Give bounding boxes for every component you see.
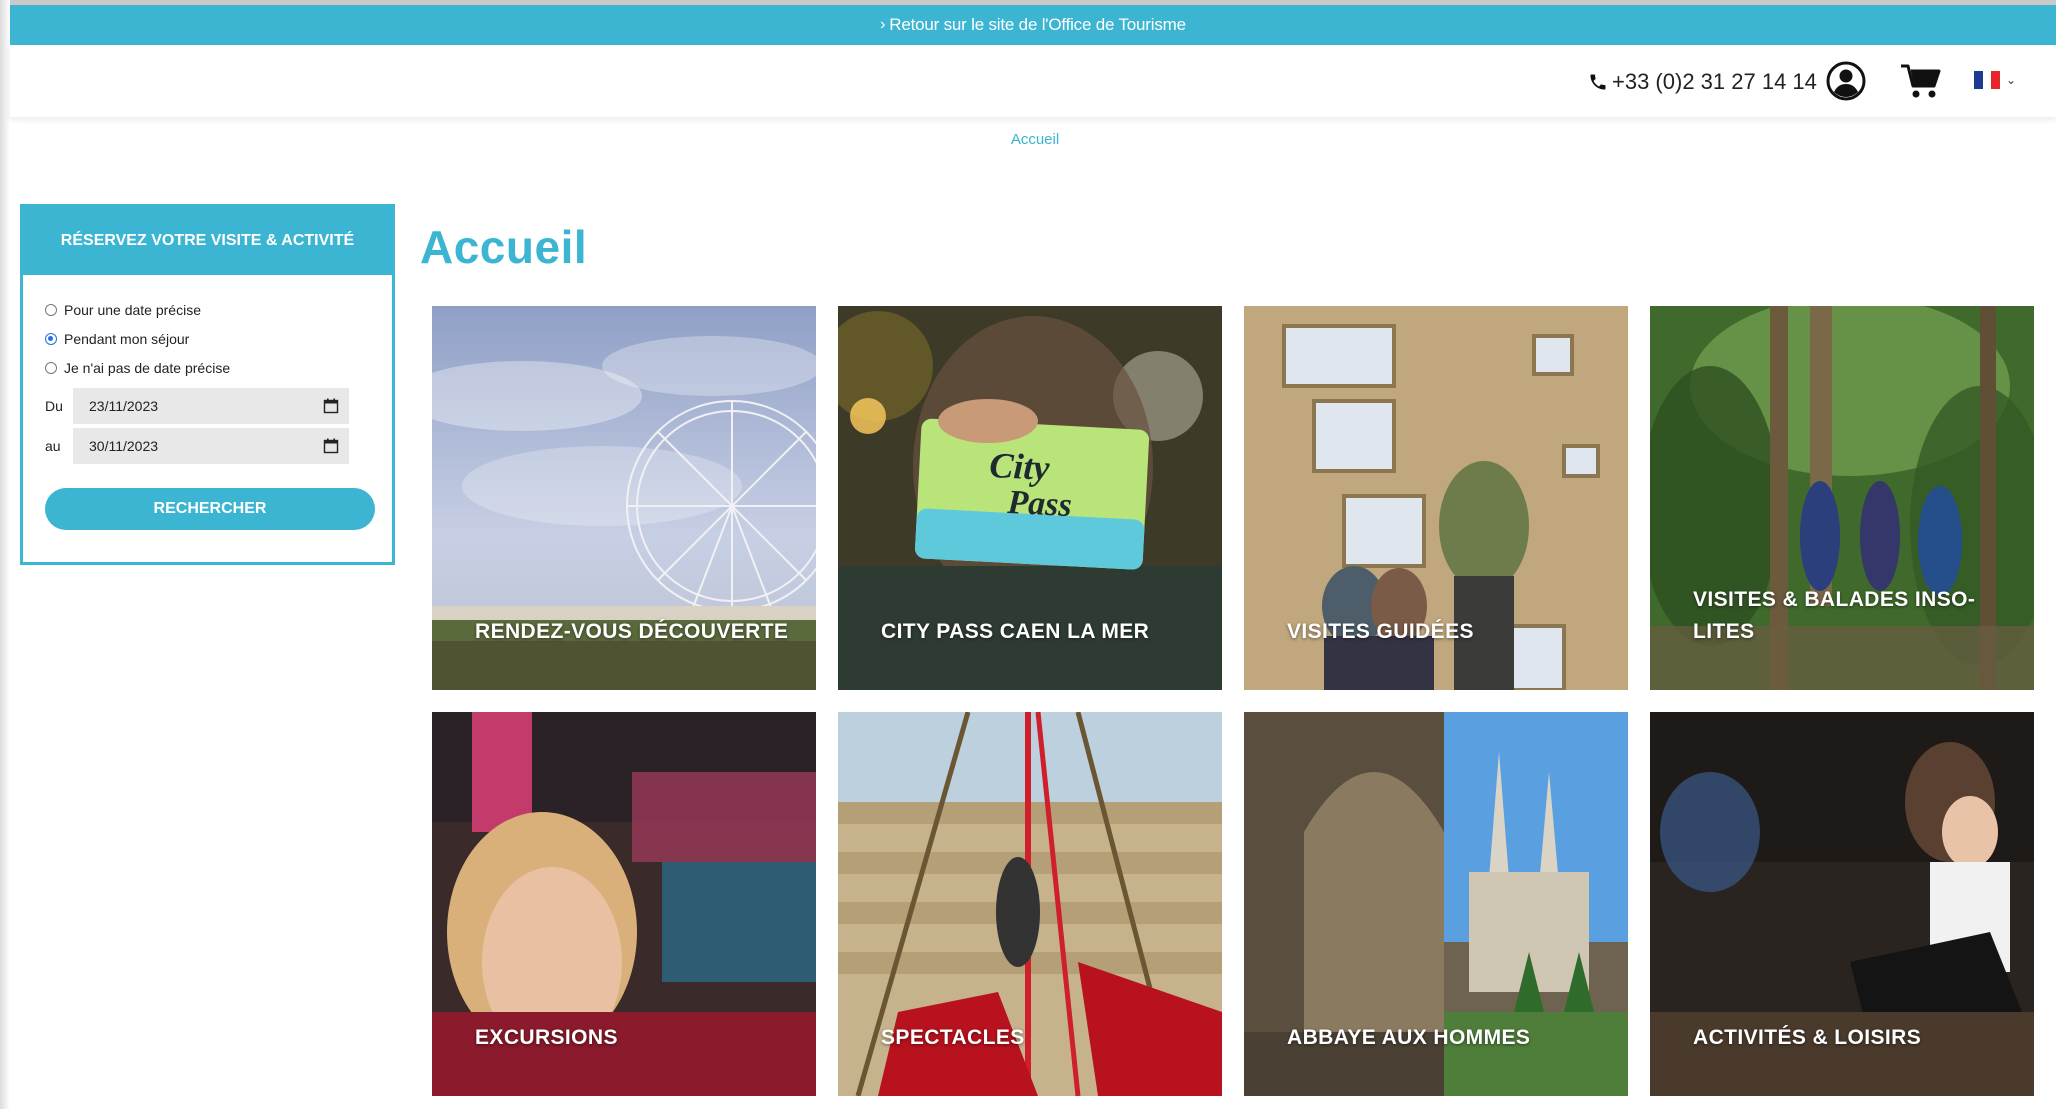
language-selector[interactable]: ⌄ <box>1974 71 2016 89</box>
radio-during-stay[interactable] <box>45 333 57 345</box>
calendar-icon[interactable] <box>323 438 339 454</box>
option-label: Pendant mon séjour <box>64 331 190 347</box>
svg-text:Pass: Pass <box>1006 484 1073 524</box>
page: › Retour sur le site de l'Office de Tour… <box>0 0 2056 1109</box>
banner-text: Retour sur le site de l'Office de Touris… <box>889 15 1186 34</box>
to-label: au <box>45 438 61 454</box>
user-circle-icon[interactable] <box>1826 61 1866 101</box>
tile-visites-guidees[interactable]: VISITES GUIDÉES <box>1244 306 1628 690</box>
cart-icon[interactable] <box>1900 63 1942 101</box>
from-label: Du <box>45 398 63 414</box>
to-date-value: 30/11/2023 <box>89 438 159 454</box>
phone-link[interactable]: +33 (0)2 31 27 14 14 <box>1588 67 1817 97</box>
tile-label: ABBAYE AUX HOMMES <box>1287 1026 1531 1049</box>
tile-label: RENDEZ-VOUS DÉCOUVERTE <box>475 620 789 643</box>
tile-label: VISITES GUIDÉES <box>1287 620 1474 643</box>
window-left-edge <box>0 0 10 1109</box>
to-date-input[interactable]: 30/11/2023 <box>73 428 349 464</box>
booking-title: RÉSERVEZ VOTRE VISITE & ACTIVITÉ <box>23 207 392 275</box>
search-button[interactable]: RECHERCHER <box>45 488 375 530</box>
radio-specific-date[interactable] <box>45 304 57 316</box>
tile-label: SPECTACLES <box>881 1026 1025 1049</box>
tile-label: ACTIVITÉS & LOISIRS <box>1693 1026 1922 1049</box>
option-label: Pour une date précise <box>64 302 201 318</box>
from-date-value: 23/11/2023 <box>89 398 159 414</box>
fr-flag-icon <box>1974 71 2001 89</box>
breadcrumb[interactable]: Accueil <box>0 131 2056 148</box>
option-during-stay[interactable]: Pendant mon séjour <box>45 331 189 347</box>
tile-abbaye-aux-hommes[interactable]: ABBAYE AUX HOMMES <box>1244 712 1628 1096</box>
tile-label: VISITES & BALADES INSO-LITES <box>1693 588 1976 643</box>
option-no-date[interactable]: Je n'ai pas de date précise <box>45 360 230 376</box>
from-date-input[interactable]: 23/11/2023 <box>73 388 349 424</box>
phone-number: +33 (0)2 31 27 14 14 <box>1612 69 1817 94</box>
booking-widget: RÉSERVEZ VOTRE VISITE & ACTIVITÉ Pour un… <box>20 204 395 565</box>
to-date-row: au 30/11/2023 <box>45 428 349 464</box>
tile-spectacles[interactable]: SPECTACLES <box>838 712 1222 1096</box>
tile-label: CITY PASS CAEN LA MER <box>881 620 1150 643</box>
tile-visites-balades-insolites[interactable]: VISITES & BALADES INSO-LITES <box>1650 306 2034 690</box>
phone-icon <box>1590 74 1606 90</box>
chevron-down-icon: ⌄ <box>2006 73 2017 87</box>
page-title: Accueil <box>420 221 588 273</box>
tile-rendez-vous-decouverte[interactable]: RENDEZ-VOUS DÉCOUVERTE <box>432 306 816 690</box>
tile-label: EXCURSIONS <box>475 1026 618 1049</box>
calendar-icon[interactable] <box>323 398 339 414</box>
site-header: +33 (0)2 31 27 14 14 ⌄ <box>10 45 2056 117</box>
tile-city-pass[interactable]: City Pass CITY PASS CAEN LA MER <box>838 306 1222 690</box>
from-date-row: Du 23/11/2023 <box>45 388 349 424</box>
breadcrumb-home[interactable]: Accueil <box>1011 131 1059 148</box>
tile-excursions[interactable]: EXCURSIONS <box>432 712 816 1096</box>
svg-text:City: City <box>988 445 1051 488</box>
tourism-office-banner-link[interactable]: › Retour sur le site de l'Office de Tour… <box>10 5 2056 45</box>
radio-no-date[interactable] <box>45 362 57 374</box>
option-specific-date[interactable]: Pour une date précise <box>45 302 201 318</box>
chevron-right-icon: › <box>880 16 886 33</box>
tile-activites-loisirs[interactable]: ACTIVITÉS & LOISIRS <box>1650 712 2034 1096</box>
option-label: Je n'ai pas de date précise <box>64 360 231 376</box>
